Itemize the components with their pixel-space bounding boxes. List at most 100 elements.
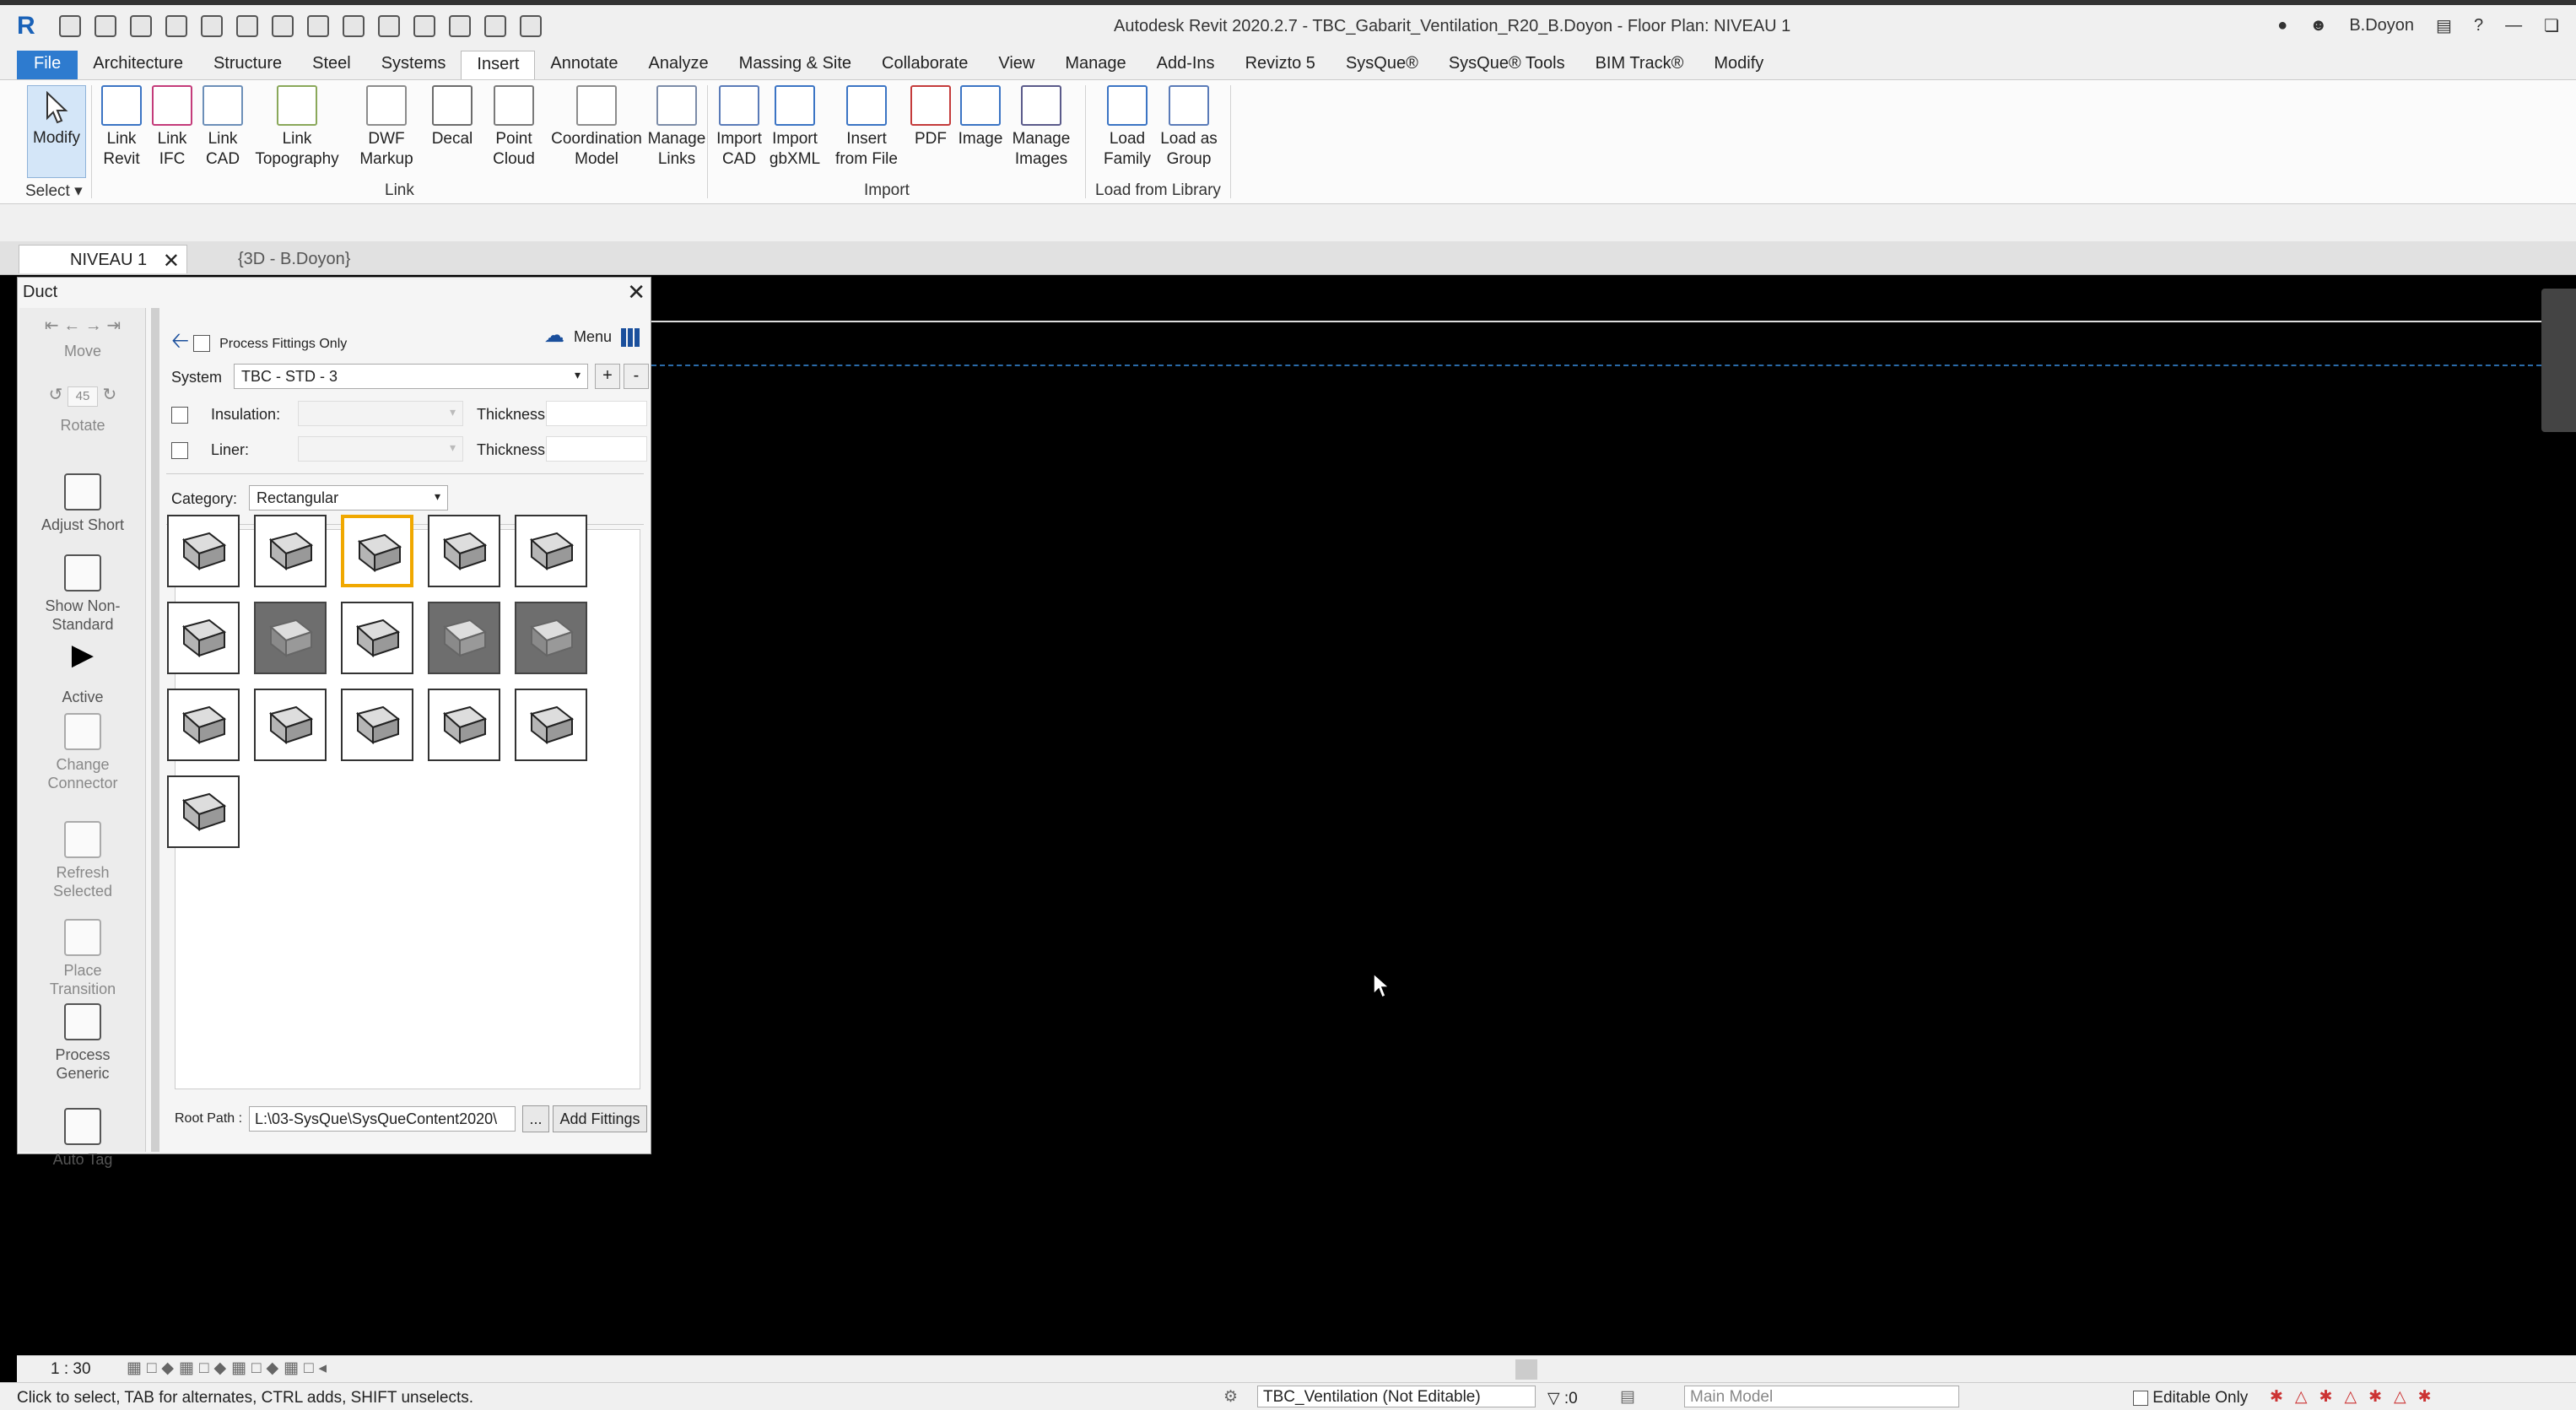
restore-icon[interactable]: ❏: [2544, 15, 2559, 36]
insert-from-file-button[interactable]: Insert from File: [825, 85, 908, 170]
fitting-cap-gray[interactable]: [515, 602, 587, 674]
link-topography-button[interactable]: Link Topography: [248, 85, 346, 170]
binoculars-icon[interactable]: ●: [2277, 16, 2287, 35]
link-revit-button[interactable]: Link Revit: [96, 85, 147, 170]
manage-images-button[interactable]: Manage Images: [1007, 85, 1075, 170]
coordination-model-button[interactable]: Coordination Model: [550, 85, 643, 170]
fitting-cube-fitting[interactable]: [254, 515, 327, 587]
tool-move[interactable]: ⇤ ← → ⇥ Move: [19, 316, 146, 360]
select-dropdown[interactable]: Select ▾: [25, 181, 83, 201]
help-icon[interactable]: ?: [2474, 16, 2483, 35]
model-dropdown[interactable]: Main Model: [1684, 1386, 1959, 1407]
close-icon[interactable]: ✕: [163, 249, 180, 273]
tab-insert[interactable]: Insert: [461, 51, 536, 79]
dwf-markup-button[interactable]: DWF Markup: [346, 85, 427, 170]
fitting-plate-fitting[interactable]: [341, 602, 413, 674]
tab-view[interactable]: View: [983, 51, 1050, 79]
fitting-radius-elbow[interactable]: [428, 689, 500, 761]
menu-label[interactable]: Menu: [574, 328, 612, 345]
tab-architecture[interactable]: Architecture: [78, 51, 198, 79]
add-system-button[interactable]: +: [595, 364, 620, 389]
horizontal-scroll-thumb[interactable]: [1515, 1359, 1537, 1380]
view-tab-niveau-1[interactable]: NIVEAU 1 ✕: [19, 245, 187, 273]
tab-steel[interactable]: Steel: [297, 51, 366, 79]
app-logo[interactable]: R: [17, 12, 46, 41]
manage-links-button[interactable]: Manage Links: [643, 85, 710, 170]
tab-bim-track[interactable]: BIM Track®: [1580, 51, 1699, 79]
image-button[interactable]: Image: [953, 85, 1007, 149]
fitting-end-cap[interactable]: [167, 775, 240, 848]
liner-checkbox[interactable]: [171, 442, 188, 460]
tab-file[interactable]: File: [17, 51, 78, 79]
palette-scrollbar[interactable]: [151, 308, 159, 1152]
fitting-small-tee[interactable]: [167, 689, 240, 761]
measure-icon[interactable]: [307, 15, 329, 37]
tool-change-connector[interactable]: Change Connector: [19, 713, 146, 792]
category-dropdown[interactable]: Rectangular ▾: [249, 485, 448, 511]
point-cloud-button[interactable]: Point Cloud: [478, 85, 550, 170]
switch-windows-icon[interactable]: [520, 15, 542, 37]
decal-button[interactable]: Decal: [427, 85, 478, 149]
tool-refresh-selected[interactable]: Refresh Selected: [19, 821, 146, 900]
liner-thickness-input[interactable]: [546, 436, 647, 462]
sync-icon[interactable]: [165, 15, 187, 37]
print-icon[interactable]: [272, 15, 294, 37]
link-cad-button[interactable]: Link CAD: [197, 85, 248, 170]
tab-annotate[interactable]: Annotate: [535, 51, 633, 79]
3d-view-icon[interactable]: [413, 15, 435, 37]
view-tab-3d[interactable]: {3D - B.Doyon}: [187, 245, 364, 273]
fitting-tap-fitting[interactable]: [428, 515, 500, 587]
fitting-damper-fitting[interactable]: [515, 689, 587, 761]
add-fittings-button[interactable]: Add Fittings: [553, 1105, 647, 1132]
tab-analyze[interactable]: Analyze: [634, 51, 724, 79]
liner-dropdown[interactable]: ▾: [298, 436, 463, 462]
insulation-checkbox[interactable]: [171, 407, 188, 424]
tab-sysque[interactable]: SysQue®: [1331, 51, 1434, 79]
pdf-button[interactable]: PDF: [908, 85, 953, 149]
back-arrow-icon[interactable]: 🡠: [171, 327, 189, 353]
design-options-icon[interactable]: ▤: [1620, 1387, 1635, 1407]
insulation-thickness-input[interactable]: [546, 401, 647, 426]
tool-adjust-short[interactable]: Adjust Short: [19, 473, 146, 534]
system-dropdown[interactable]: TBC - STD - 3 ▾: [234, 364, 588, 389]
tab-massing-site[interactable]: Massing & Site: [724, 51, 867, 79]
load-as-group-button[interactable]: Load as Group: [1158, 85, 1220, 170]
home-icon[interactable]: [59, 15, 81, 37]
tab-revizto-5[interactable]: Revizto 5: [1230, 51, 1331, 79]
insulation-dropdown[interactable]: ▾: [298, 401, 463, 426]
redo-icon[interactable]: [236, 15, 258, 37]
tab-modify[interactable]: Modify: [1698, 51, 1779, 79]
cart-icon[interactable]: ▤: [2436, 15, 2452, 36]
fitting-tee-fitting[interactable]: [254, 689, 327, 761]
tool-show-non-standard[interactable]: Show Non-Standard: [19, 554, 146, 634]
cloud-sync-icon[interactable]: ☁: [544, 324, 564, 347]
link-ifc-button[interactable]: Link IFC: [147, 85, 197, 170]
tab-collaborate[interactable]: Collaborate: [867, 51, 983, 79]
tab-systems[interactable]: Systems: [366, 51, 462, 79]
view-control-icons[interactable]: ▦□◆▦□◆▦□◆▦□◂: [127, 1359, 332, 1378]
fitting-offset-gray[interactable]: [254, 602, 327, 674]
fitting-end-cap-gray[interactable]: [428, 602, 500, 674]
tool-place-transition[interactable]: Place Transition: [19, 919, 146, 998]
import-gbxml-button[interactable]: Import gbXML: [764, 85, 825, 170]
fitting-elbow-fitting[interactable]: [341, 515, 413, 587]
user-name[interactable]: B.Doyon: [2349, 16, 2414, 35]
selection-filter-icons[interactable]: ✱△✱△✱△✱: [2270, 1387, 2444, 1407]
minimize-icon[interactable]: —: [2505, 16, 2522, 35]
tool-process-generic[interactable]: Process Generic: [19, 1003, 146, 1083]
grid-menu-icon[interactable]: [621, 328, 640, 348]
user-icon[interactable]: ☻: [2309, 16, 2327, 35]
tool-rotate[interactable]: ↺ 45 ↻ Rotate: [19, 386, 146, 435]
close-hidden-icon[interactable]: [484, 15, 506, 37]
remove-system-button[interactable]: -: [624, 364, 649, 389]
filter-icon[interactable]: ▽: [1547, 1390, 1560, 1407]
fitting-cross-fitting[interactable]: [341, 689, 413, 761]
view-scale[interactable]: 1 : 30: [51, 1360, 91, 1379]
fitting-straight-duct[interactable]: [167, 515, 240, 587]
workset-dropdown[interactable]: TBC_Ventilation (Not Editable): [1257, 1386, 1536, 1407]
fitting-transition-fitting[interactable]: [515, 515, 587, 587]
modify-button[interactable]: Modify: [27, 85, 86, 178]
tab-manage[interactable]: Manage: [1050, 51, 1141, 79]
tab-sysque-tools[interactable]: SysQue® Tools: [1434, 51, 1580, 79]
fitting-offset-fitting[interactable]: [167, 602, 240, 674]
